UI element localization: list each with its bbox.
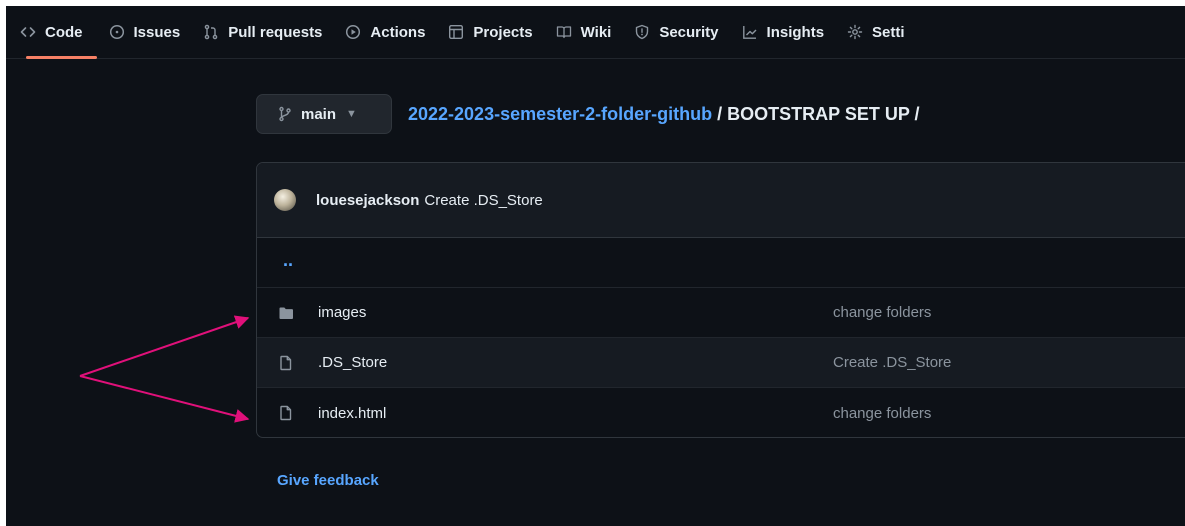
breadcrumb-repo-link[interactable]: 2022-2023-semester-2-folder-github [408, 104, 712, 124]
file-row-ds-store[interactable]: .DS_Store Create .DS_Store [257, 338, 1185, 388]
git-pull-request-icon [203, 24, 219, 40]
parent-directory-row[interactable]: .. [257, 238, 1185, 288]
breadcrumb-separator: / [717, 104, 723, 124]
file-commit-message-link[interactable]: change folders [833, 405, 931, 422]
tab-issues-label: Issues [133, 23, 181, 41]
file-directory-icon [278, 305, 294, 321]
file-row-images[interactable]: images change folders [257, 288, 1185, 338]
tab-settings[interactable]: Setti [835, 6, 916, 58]
chevron-down-icon: ▼ [346, 108, 357, 120]
breadcrumb-trailing-separator: / [914, 104, 920, 124]
repo-page: Code Issues Pull requests Actions Projec… [6, 6, 1185, 526]
tab-projects-label: Projects [473, 23, 533, 41]
file-commit-message-link[interactable]: Create .DS_Store [833, 354, 951, 371]
breadcrumb: 2022-2023-semester-2-folder-github / BOO… [408, 104, 920, 125]
branch-selector-button[interactable]: main ▼ [256, 94, 392, 134]
file-icon [278, 405, 294, 421]
tab-code[interactable]: Code [6, 6, 97, 59]
avatar[interactable] [274, 189, 296, 211]
repo-nav: Code Issues Pull requests Actions Projec… [6, 6, 1185, 59]
breadcrumb-current-folder: BOOTSTRAP SET UP [727, 104, 910, 124]
file-name-link[interactable]: index.html [318, 405, 386, 422]
tab-insights-label: Insights [766, 23, 825, 41]
tab-actions[interactable]: Actions [333, 6, 436, 58]
tab-projects[interactable]: Projects [436, 6, 543, 58]
tab-pull-requests-label: Pull requests [228, 23, 323, 41]
give-feedback-link[interactable]: Give feedback [277, 472, 379, 489]
commit-author-link[interactable]: louesejackson [316, 192, 419, 209]
table-icon [448, 24, 464, 40]
file-name-link[interactable]: images [318, 304, 366, 321]
file-list: louesejackson Create .DS_Store .. images… [256, 162, 1185, 438]
commit-message-link[interactable]: Create .DS_Store [424, 192, 542, 209]
parent-directory-link[interactable]: .. [283, 250, 293, 271]
tab-pull-requests[interactable]: Pull requests [191, 6, 333, 58]
tab-insights[interactable]: Insights [730, 6, 836, 58]
tab-issues[interactable]: Issues [97, 6, 192, 58]
tab-wiki[interactable]: Wiki [544, 6, 623, 58]
file-icon [278, 355, 294, 371]
file-commit-message-link[interactable]: change folders [833, 304, 931, 321]
tab-code-label: Code [45, 23, 83, 41]
tab-security-label: Security [659, 23, 719, 41]
latest-commit-row: louesejackson Create .DS_Store [257, 163, 1185, 238]
tab-settings-label: Setti [872, 23, 905, 41]
shield-icon [634, 24, 650, 40]
issue-opened-icon [109, 24, 125, 40]
graph-icon [742, 24, 758, 40]
branch-name: main [301, 105, 337, 123]
tab-security[interactable]: Security [622, 6, 729, 58]
file-row-index-html[interactable]: index.html change folders [257, 388, 1185, 437]
tab-wiki-label: Wiki [580, 23, 612, 41]
play-icon [345, 24, 361, 40]
git-branch-icon [277, 106, 293, 122]
book-icon [556, 24, 572, 40]
gear-icon [847, 24, 863, 40]
tab-actions-label: Actions [370, 23, 426, 41]
file-name-link[interactable]: .DS_Store [318, 354, 387, 371]
code-icon [20, 24, 36, 40]
